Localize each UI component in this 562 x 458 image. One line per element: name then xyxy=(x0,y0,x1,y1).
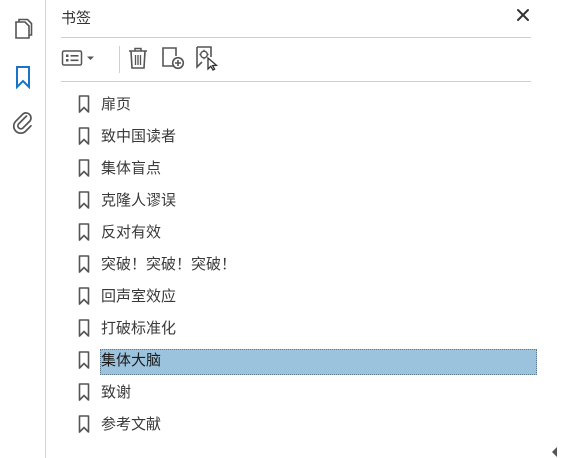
bookmarks-panel: 书签 扉页 致中国读者 集体盲点 克隆人谬误 反对有效 突破！突破！突破！ 回声… xyxy=(46,0,562,458)
trash-icon xyxy=(127,46,149,74)
bookmark-icon xyxy=(78,255,90,273)
bookmark-icon xyxy=(78,95,90,113)
bookmark-icon xyxy=(78,127,90,145)
navigation-rail xyxy=(0,0,46,458)
bookmark-icon xyxy=(78,351,90,369)
bookmark-label: 集体盲点 xyxy=(101,159,162,177)
bookmark-list: 扉页 致中国读者 集体盲点 克隆人谬误 反对有效 突破！突破！突破！ 回声室效应… xyxy=(46,88,562,440)
bookmark-label[interactable]: 集体大脑 xyxy=(101,350,161,370)
bookmark-item[interactable]: 克隆人谬误 xyxy=(46,184,562,216)
scroll-arrow-icon xyxy=(551,442,559,458)
bookmark-item[interactable]: 回声室效应 xyxy=(46,280,562,312)
find-bookmark-icon xyxy=(194,45,220,75)
toolbar-separator xyxy=(119,46,120,73)
bookmark-icon xyxy=(78,287,90,305)
bookmark-icon xyxy=(14,65,32,89)
close-button[interactable] xyxy=(514,7,532,25)
bookmarks-button[interactable] xyxy=(9,63,37,91)
bookmark-item[interactable]: 参考文献 xyxy=(46,408,562,440)
bookmark-label: 扉页 xyxy=(101,95,132,113)
bookmark-label: 反对有效 xyxy=(101,223,162,241)
bookmark-item[interactable]: 扉页 xyxy=(46,88,562,120)
bookmark-item[interactable]: 打破标准化 xyxy=(46,312,562,344)
bookmark-item-selected[interactable]: 集体大脑 xyxy=(46,344,562,376)
bookmark-label: 致谢 xyxy=(101,383,132,401)
panel-header: 书签 xyxy=(61,0,531,38)
bookmark-label: 致中国读者 xyxy=(101,127,177,145)
bookmark-item[interactable]: 集体盲点 xyxy=(46,152,562,184)
panel-title: 书签 xyxy=(61,9,92,27)
bookmarks-navigation-pane: 书签 扉页 致中国读者 集体盲点 克隆人谬误 反对有效 突破！突破！突破！ 回声… xyxy=(0,0,562,458)
selection-highlight xyxy=(100,349,537,375)
bookmark-label: 回声室效应 xyxy=(101,287,177,305)
bookmark-icon xyxy=(78,191,90,209)
bookmark-icon xyxy=(78,383,90,401)
scroll-down-button[interactable] xyxy=(548,444,562,458)
new-bookmark-button[interactable] xyxy=(159,47,187,73)
options-menu-button[interactable] xyxy=(61,47,97,73)
delete-bookmark-button[interactable] xyxy=(126,47,150,73)
bookmark-label: 参考文献 xyxy=(101,415,162,433)
pages-icon xyxy=(12,18,34,42)
list-options-icon xyxy=(61,48,97,72)
attachments-button[interactable] xyxy=(9,108,37,136)
close-icon xyxy=(516,7,530,26)
bookmark-label: 克隆人谬误 xyxy=(101,191,177,209)
bookmark-icon xyxy=(78,223,90,241)
page-thumbnails-button[interactable] xyxy=(9,16,37,44)
find-current-bookmark-button[interactable] xyxy=(193,45,221,75)
bookmark-icon xyxy=(78,319,90,337)
new-bookmark-icon xyxy=(160,45,186,75)
bookmark-item[interactable]: 致中国读者 xyxy=(46,120,562,152)
paperclip-icon xyxy=(12,110,34,134)
bookmark-item[interactable]: 突破！突破！突破！ xyxy=(46,248,562,280)
bookmark-icon xyxy=(78,415,90,433)
bookmark-icon xyxy=(78,159,90,177)
bookmarks-toolbar xyxy=(61,38,531,82)
bookmark-label: 突破！突破！突破！ xyxy=(101,255,237,273)
bookmark-item[interactable]: 反对有效 xyxy=(46,216,562,248)
bookmark-item[interactable]: 致谢 xyxy=(46,376,562,408)
bookmark-label: 打破标准化 xyxy=(101,319,177,337)
